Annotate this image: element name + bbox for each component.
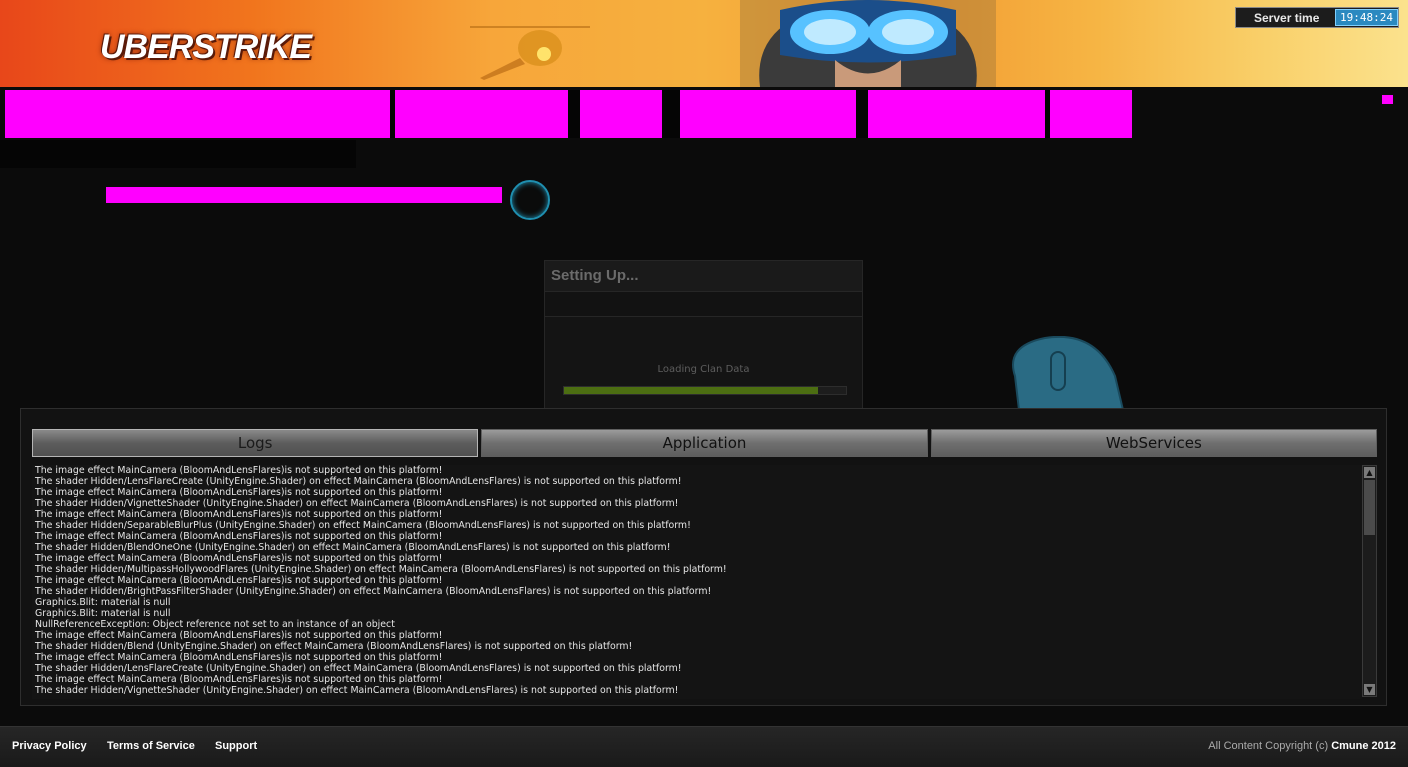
log-line: The shader Hidden/BlendOneOne (UnityEngi… (35, 542, 671, 553)
setup-panel-title: Setting Up... (545, 261, 862, 292)
log-line: The image effect MainCamera (BloomAndLen… (35, 652, 443, 663)
support-link[interactable]: Support (215, 740, 257, 752)
log-line: The shader Hidden/BrightPassFilterShader… (35, 586, 712, 597)
uberstrike-logo: UBERSTRIKE (100, 28, 312, 66)
debug-console: Logs Application WebServices The image e… (20, 408, 1387, 706)
log-line: The image effect MainCamera (BloomAndLen… (35, 487, 443, 498)
header-dark-bar (0, 140, 356, 168)
tab-logs[interactable]: Logs (32, 429, 479, 457)
scrollbar-thumb[interactable] (1364, 480, 1375, 535)
loading-status: Loading Clan Data (657, 364, 750, 375)
missing-texture-block (106, 187, 502, 203)
log-line: Graphics.Blit: material is null (35, 608, 171, 619)
log-line: The image effect MainCamera (BloomAndLen… (35, 674, 443, 685)
log-line: The shader Hidden/VignetteShader (UnityE… (35, 498, 679, 509)
console-tabs: Logs Application WebServices (32, 429, 1377, 459)
missing-texture-gap (856, 90, 868, 138)
log-line: The shader Hidden/LensFlareCreate (Unity… (35, 476, 682, 487)
server-time-label: Server time (1254, 10, 1320, 25)
log-line: NullReferenceException: Object reference… (35, 619, 395, 630)
server-time-display: Server time 19:48:24 (1235, 7, 1399, 28)
log-line: The image effect MainCamera (BloomAndLen… (35, 553, 443, 564)
missing-texture-gap (1045, 90, 1050, 138)
log-output[interactable]: The image effect MainCamera (BloomAndLen… (32, 465, 1362, 699)
copyright-text: All Content Copyright (c) Cmune 2012 (1208, 740, 1396, 752)
helicopter-graphic (470, 26, 590, 80)
footer: Privacy Policy Terms of Service Support … (0, 726, 1408, 767)
missing-texture-block (1382, 95, 1393, 104)
log-line: The shader Hidden/MultipassHollywoodFlar… (35, 564, 727, 575)
loading-progress-fill (564, 387, 818, 394)
setup-panel: Setting Up... Loading Clan Data (544, 260, 863, 410)
mouse-icon (1012, 336, 1125, 410)
log-line: The image effect MainCamera (BloomAndLen… (35, 509, 443, 520)
tab-application[interactable]: Application (481, 429, 928, 457)
loading-progress-bar (563, 386, 847, 395)
setup-panel-subheader (545, 292, 862, 317)
log-line: The shader Hidden/VignetteShader (UnityE… (35, 685, 679, 696)
log-line: The shader Hidden/Blend (UnityEngine.Sha… (35, 641, 633, 652)
scroll-down-icon[interactable]: ▼ (1364, 684, 1375, 695)
missing-texture-gap (662, 90, 680, 138)
privacy-policy-link[interactable]: Privacy Policy (12, 740, 87, 752)
server-time-value: 19:48:24 (1335, 9, 1398, 26)
missing-texture-gap (390, 90, 395, 138)
scroll-up-icon[interactable]: ▲ (1364, 467, 1375, 478)
soldier-helmet-graphic (740, 0, 996, 87)
log-line: The image effect MainCamera (BloomAndLen… (35, 575, 443, 586)
log-line: The image effect MainCamera (BloomAndLen… (35, 630, 443, 641)
log-line: The shader Hidden/LensFlareCreate (Unity… (35, 663, 682, 674)
tab-webservices[interactable]: WebServices (930, 429, 1377, 457)
log-line: Graphics.Blit: material is null (35, 597, 171, 608)
log-line: The shader Hidden/SeparableBlurPlus (Uni… (35, 520, 691, 531)
loading-spinner-icon (510, 180, 550, 220)
missing-texture-gap (568, 90, 580, 138)
log-line: The image effect MainCamera (BloomAndLen… (35, 531, 443, 542)
log-line: The image effect MainCamera (BloomAndLen… (35, 465, 443, 476)
header-banner: UBERSTRIKE Server time 19:48:24 (0, 0, 1408, 87)
terms-of-service-link[interactable]: Terms of Service (107, 740, 195, 752)
log-scrollbar[interactable]: ▲ ▼ (1362, 465, 1377, 697)
